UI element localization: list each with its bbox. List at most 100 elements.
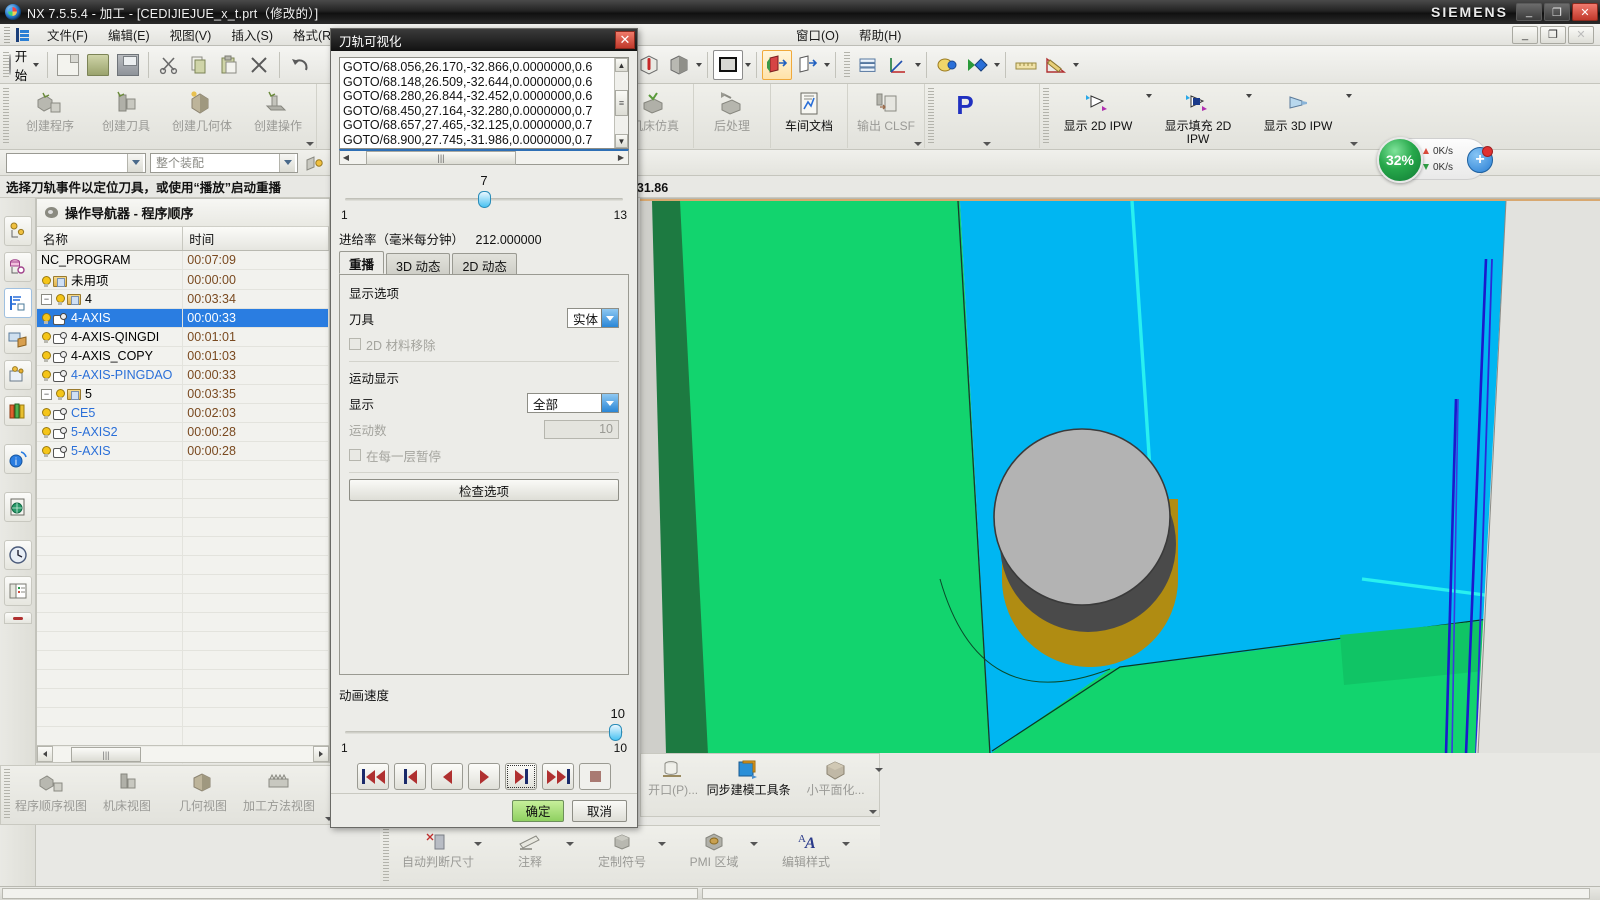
tree-node-name[interactable]: 4-AXIS bbox=[37, 308, 184, 328]
pmi-region-button[interactable]: PMI 区域 bbox=[668, 826, 760, 884]
pause-each-layer-row[interactable]: 在每一层暂停 bbox=[349, 444, 619, 466]
tree-node-name[interactable]: CE5 bbox=[37, 403, 184, 423]
inferred-dimension-button[interactable]: 自动判断尺寸 bbox=[392, 826, 484, 884]
render-style-chevron-icon[interactable] bbox=[696, 62, 702, 67]
rail-reuse-library[interactable] bbox=[3, 324, 32, 354]
postprocess-button[interactable]: 后处理 bbox=[694, 86, 770, 146]
rail-web-browser[interactable] bbox=[3, 492, 32, 522]
sync-modeling-toolbar-button[interactable]: 同步建模工具条 bbox=[705, 754, 792, 812]
rail-roles[interactable] bbox=[3, 396, 32, 426]
edit-style-button[interactable]: A A 编辑样式 bbox=[760, 826, 852, 884]
cut-button[interactable] bbox=[154, 50, 184, 80]
table-row[interactable]: 5-AXIS 00:00:28 bbox=[37, 441, 329, 461]
document-minimize-button[interactable]: _ bbox=[1512, 25, 1538, 44]
create-geometry-button[interactable]: 创建几何体 bbox=[164, 86, 240, 146]
table-row[interactable]: 4-AXIS-PINGDAO 00:00:33 bbox=[37, 365, 329, 385]
custom-symbol-button[interactable]: 定制符号 bbox=[576, 826, 668, 884]
suppress-bulb-icon[interactable] bbox=[55, 388, 65, 401]
play-forward-button[interactable] bbox=[468, 763, 500, 790]
custom-symbol-chevron-icon[interactable] bbox=[658, 842, 666, 846]
hscroll-thumb[interactable]: ||| bbox=[71, 746, 141, 762]
selection-snap-button[interactable] bbox=[302, 153, 328, 173]
check-options-button[interactable]: 检查选项 bbox=[349, 479, 619, 501]
tree-node-name[interactable]: 4-AXIS-QINGDI bbox=[37, 327, 184, 347]
ribbon-grip-create[interactable] bbox=[3, 88, 9, 144]
table-row[interactable]: −4 00:03:34 bbox=[37, 289, 329, 309]
menu-insert[interactable]: 插入(S) bbox=[221, 23, 283, 46]
hscroll-left-button[interactable] bbox=[37, 746, 53, 762]
rail-operation-navigator[interactable] bbox=[3, 288, 32, 318]
column-header-time[interactable]: 时间 bbox=[182, 227, 329, 251]
tab-3d-dynamic[interactable]: 3D 动态 bbox=[386, 253, 451, 274]
tab-replay[interactable]: 重播 bbox=[339, 251, 385, 274]
clip-chevron-icon[interactable] bbox=[824, 62, 830, 67]
menu-window[interactable]: 窗口(O) bbox=[786, 23, 849, 46]
save-file-button[interactable] bbox=[113, 50, 143, 80]
ribbon-grip-p[interactable] bbox=[928, 88, 934, 144]
create-tool-button[interactable]: 创建刀具 bbox=[88, 86, 164, 146]
table-row[interactable]: 4-AXIS 00:00:33 bbox=[37, 308, 329, 328]
cancel-button[interactable]: 取消 bbox=[572, 799, 627, 822]
document-restore-button[interactable]: ❐ bbox=[1540, 25, 1566, 44]
program-group-overflow-icon[interactable] bbox=[983, 142, 991, 146]
table-row[interactable]: NC_PROGRAM 00:07:09 bbox=[37, 250, 329, 270]
list-hscroll-thumb[interactable]: ||| bbox=[366, 150, 516, 165]
anim-slider-track[interactable] bbox=[345, 723, 623, 741]
undo-button[interactable] bbox=[285, 50, 315, 80]
dialog-close-button[interactable]: ✕ bbox=[615, 31, 635, 49]
start-menu-button[interactable]: 开始 bbox=[8, 50, 42, 83]
dialog-title-bar[interactable]: 刀轨可视化 ✕ bbox=[331, 29, 637, 51]
window-restore-button[interactable]: ❐ bbox=[1544, 3, 1570, 21]
open-part-button[interactable]: 开口(P)... bbox=[641, 754, 705, 812]
motion-display-dropdown[interactable]: 全部 bbox=[527, 393, 619, 413]
rail-part-navigator[interactable] bbox=[3, 252, 32, 282]
navigator-hscrollbar[interactable]: ||| bbox=[36, 745, 330, 763]
faceted-body-chevron-icon[interactable] bbox=[875, 768, 883, 772]
toolpath-event-line[interactable]: GOTO/68.056,26.170,-32.866,0.0000000,0.6 bbox=[343, 60, 625, 75]
hscroll-right-button[interactable] bbox=[313, 746, 329, 762]
tree-node-name[interactable]: 未用项 bbox=[37, 269, 184, 290]
window-minimize-button[interactable]: _ bbox=[1516, 3, 1542, 21]
table-row[interactable]: CE5 00:02:03 bbox=[37, 403, 329, 423]
output-clsf-button[interactable]: 输出 CLSF bbox=[848, 86, 924, 146]
edit-style-chevron-icon[interactable] bbox=[842, 842, 850, 846]
open-file-button[interactable] bbox=[83, 50, 113, 80]
event-slider-track[interactable] bbox=[345, 190, 623, 208]
table-row[interactable]: 4-AXIS_COPY 00:01:03 bbox=[37, 346, 329, 366]
show-filled-2d-ipw-button[interactable]: 显示填充 2D IPW bbox=[1152, 86, 1244, 146]
show-2d-ipw-button[interactable]: 显示 2D IPW bbox=[1052, 86, 1144, 146]
rail-assembly-navigator[interactable] bbox=[3, 216, 32, 246]
expand-meter-button[interactable]: + bbox=[1467, 146, 1493, 173]
analysis-button[interactable] bbox=[932, 50, 962, 80]
step-back-button[interactable] bbox=[394, 763, 426, 790]
machining-method-view-button[interactable]: 加工方法视图 bbox=[241, 766, 317, 822]
hscroll-track[interactable]: ||| bbox=[53, 746, 313, 762]
rail-system-info[interactable]: i bbox=[3, 444, 32, 474]
new-file-button[interactable] bbox=[53, 50, 83, 80]
background-color-button[interactable] bbox=[713, 49, 743, 80]
tab-2d-dynamic[interactable]: 2D 动态 bbox=[452, 253, 517, 274]
rail-history[interactable] bbox=[3, 540, 32, 570]
tree-node-name[interactable]: 5-AXIS2 bbox=[37, 422, 184, 442]
measure-chevron-icon[interactable] bbox=[1073, 62, 1079, 67]
step-forward-button[interactable] bbox=[505, 763, 537, 790]
list-scroll-thumb[interactable]: ≡ bbox=[615, 90, 628, 116]
tree-node-name[interactable]: −4 bbox=[37, 289, 184, 309]
paste-button[interactable] bbox=[214, 50, 244, 80]
geometry-view-button[interactable]: 几何视图 bbox=[165, 766, 241, 822]
type-filter-combo[interactable] bbox=[6, 152, 146, 173]
event-slider-knob[interactable] bbox=[478, 191, 491, 208]
sync-ribbon-overflow-icon[interactable] bbox=[869, 810, 877, 814]
scope-combo[interactable]: 整个装配 bbox=[150, 152, 298, 173]
wcs-button[interactable] bbox=[883, 50, 913, 80]
remove-2d-material-row[interactable]: 2D 材料移除 bbox=[349, 333, 619, 355]
list-hscrollbar[interactable]: ◀ ||| ▶ bbox=[339, 149, 629, 165]
menu-help[interactable]: 帮助(H) bbox=[849, 23, 911, 46]
measure-angle-button[interactable] bbox=[1041, 50, 1071, 80]
scope-chevron-icon[interactable] bbox=[279, 153, 295, 172]
tree-node-name[interactable]: 4-AXIS-PINGDAO bbox=[37, 365, 184, 385]
motion-count-field[interactable]: 10 bbox=[544, 419, 619, 439]
toolbar-grip-utility[interactable] bbox=[844, 51, 850, 78]
stop-button[interactable] bbox=[579, 763, 611, 790]
menu-grip-handle[interactable] bbox=[4, 26, 10, 43]
